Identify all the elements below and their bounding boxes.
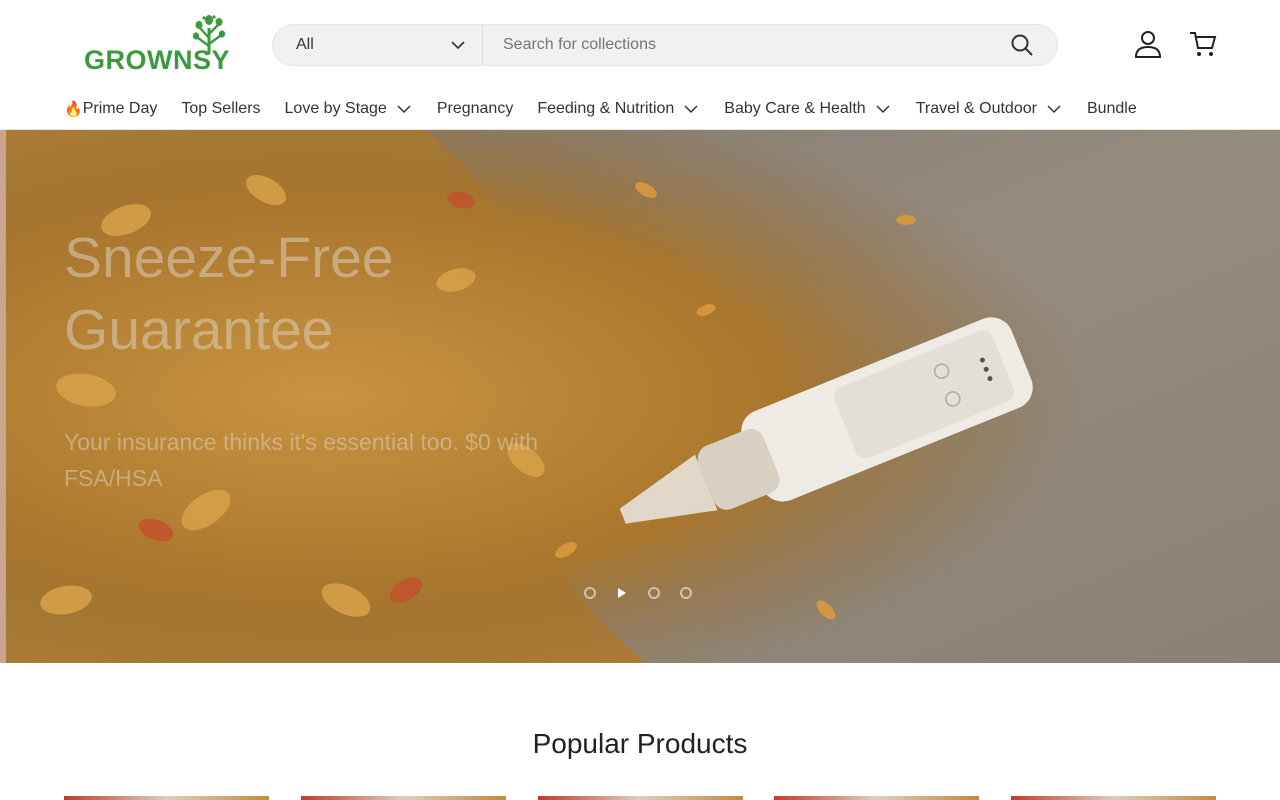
nav-item-top-sellers[interactable]: Top Sellers bbox=[181, 100, 260, 118]
nav-item-label: Pregnancy bbox=[436, 100, 514, 117]
nav-item-label: Prime Day bbox=[82, 100, 158, 117]
nav-item-label: Top Sellers bbox=[181, 100, 261, 117]
search-button[interactable] bbox=[987, 25, 1057, 65]
hero-title: Sneeze-Free Guarantee bbox=[64, 226, 394, 362]
play-icon bbox=[618, 588, 626, 598]
nav-item-pregnancy[interactable]: Pregnancy bbox=[437, 100, 514, 118]
hero-image bbox=[6, 130, 1280, 663]
nav-item-baby-care-health[interactable]: Baby Care & Health bbox=[724, 100, 891, 118]
search-bar: All bbox=[272, 24, 1058, 66]
product-card[interactable] bbox=[301, 796, 506, 800]
nav-item-label: Feeding & Nutrition bbox=[537, 100, 675, 117]
nav-item-travel-outdoor[interactable]: Travel & Outdoor bbox=[916, 100, 1063, 118]
slide-dot-3[interactable] bbox=[680, 587, 692, 599]
account-button[interactable] bbox=[1132, 28, 1164, 60]
chevron-down-icon bbox=[1047, 105, 1061, 114]
chevron-down-icon bbox=[397, 105, 411, 114]
account-icon bbox=[1134, 31, 1162, 58]
tree-logo-icon bbox=[192, 15, 226, 54]
nav-item-bundle[interactable]: Bundle bbox=[1087, 100, 1137, 118]
hero-slideshow[interactable]: Sneeze-Free Guarantee Your insurance thi… bbox=[6, 130, 1280, 663]
search-input[interactable] bbox=[483, 25, 987, 65]
nav-item-love-by-stage[interactable]: Love by Stage bbox=[285, 100, 413, 118]
search-icon bbox=[1011, 34, 1033, 56]
chevron-down-icon bbox=[876, 105, 890, 114]
site-header: GROWNSY All 🔥Prime Day Top Sellers Love … bbox=[0, 0, 1280, 130]
product-card[interactable] bbox=[1011, 796, 1216, 800]
search-category-value: All bbox=[296, 36, 314, 53]
fire-icon: 🔥 bbox=[64, 101, 83, 118]
product-card[interactable] bbox=[64, 796, 269, 800]
popular-products-heading: Popular Products bbox=[532, 728, 748, 759]
nav-item-label: Bundle bbox=[1086, 100, 1137, 117]
nav-item-label: Baby Care & Health bbox=[724, 100, 866, 117]
nav-item-prime-day[interactable]: 🔥 Prime Day bbox=[64, 100, 157, 118]
cart-icon bbox=[1190, 32, 1217, 56]
product-card[interactable] bbox=[538, 796, 743, 800]
cart-button[interactable] bbox=[1187, 28, 1219, 60]
nav-item-label: Travel & Outdoor bbox=[915, 100, 1037, 117]
slideshow-controls bbox=[584, 587, 692, 599]
play-button[interactable] bbox=[616, 587, 628, 599]
slide-dot-1[interactable] bbox=[584, 587, 596, 599]
chevron-down-icon bbox=[684, 105, 698, 114]
product-card[interactable] bbox=[774, 796, 979, 800]
nav-item-feeding-nutrition[interactable]: Feeding & Nutrition bbox=[537, 100, 700, 118]
nav-item-label: Love by Stage bbox=[284, 100, 387, 117]
hero-subtitle: Your insurance thinks it's essential too… bbox=[64, 429, 539, 491]
slide-dot-2[interactable] bbox=[648, 587, 660, 599]
search-category-select[interactable]: All bbox=[273, 25, 483, 65]
chevron-down-icon bbox=[451, 41, 465, 50]
main-nav: 🔥 Prime Day Top Sellers Love by Stage Pre… bbox=[64, 96, 1161, 122]
logo[interactable]: GROWNSY bbox=[84, 14, 230, 76]
